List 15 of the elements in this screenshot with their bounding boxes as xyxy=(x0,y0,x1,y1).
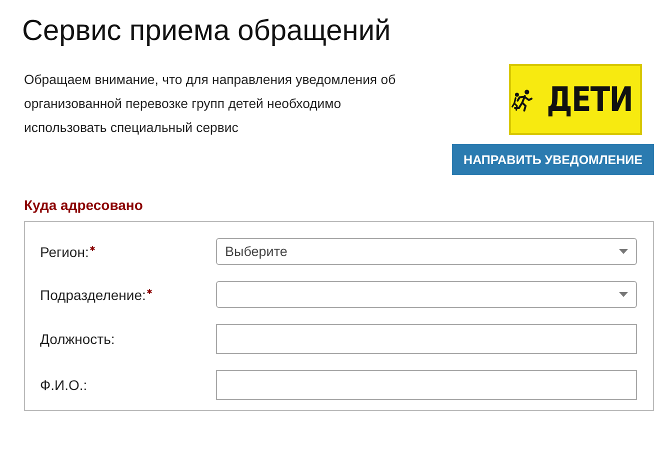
field-label: Подразделение: xyxy=(40,286,216,302)
input-field[interactable] xyxy=(216,324,637,354)
sign-text: ДЕТИ xyxy=(546,80,632,120)
caret-icon xyxy=(619,249,628,254)
select-field[interactable]: Выберите xyxy=(216,238,637,265)
section-title: Куда адресовано xyxy=(24,197,144,213)
field-label: Должность: xyxy=(40,331,116,347)
caret-icon xyxy=(619,292,628,297)
input-field[interactable] xyxy=(216,370,637,400)
page-title: Сервис приема обращений xyxy=(22,14,392,49)
field-label: Регион: xyxy=(40,244,216,260)
notice-text: Обращаем внимание, что для направления уведомления об организованной перевозке групп детей необходимо использовать специальный сервис xyxy=(24,71,397,137)
field-label: Ф.И.О.: xyxy=(40,377,88,393)
select-field[interactable] xyxy=(216,281,637,308)
send-notification-button[interactable]: НАПРАВИТЬ УВЕДОМЛЕНИЕ xyxy=(452,144,654,175)
